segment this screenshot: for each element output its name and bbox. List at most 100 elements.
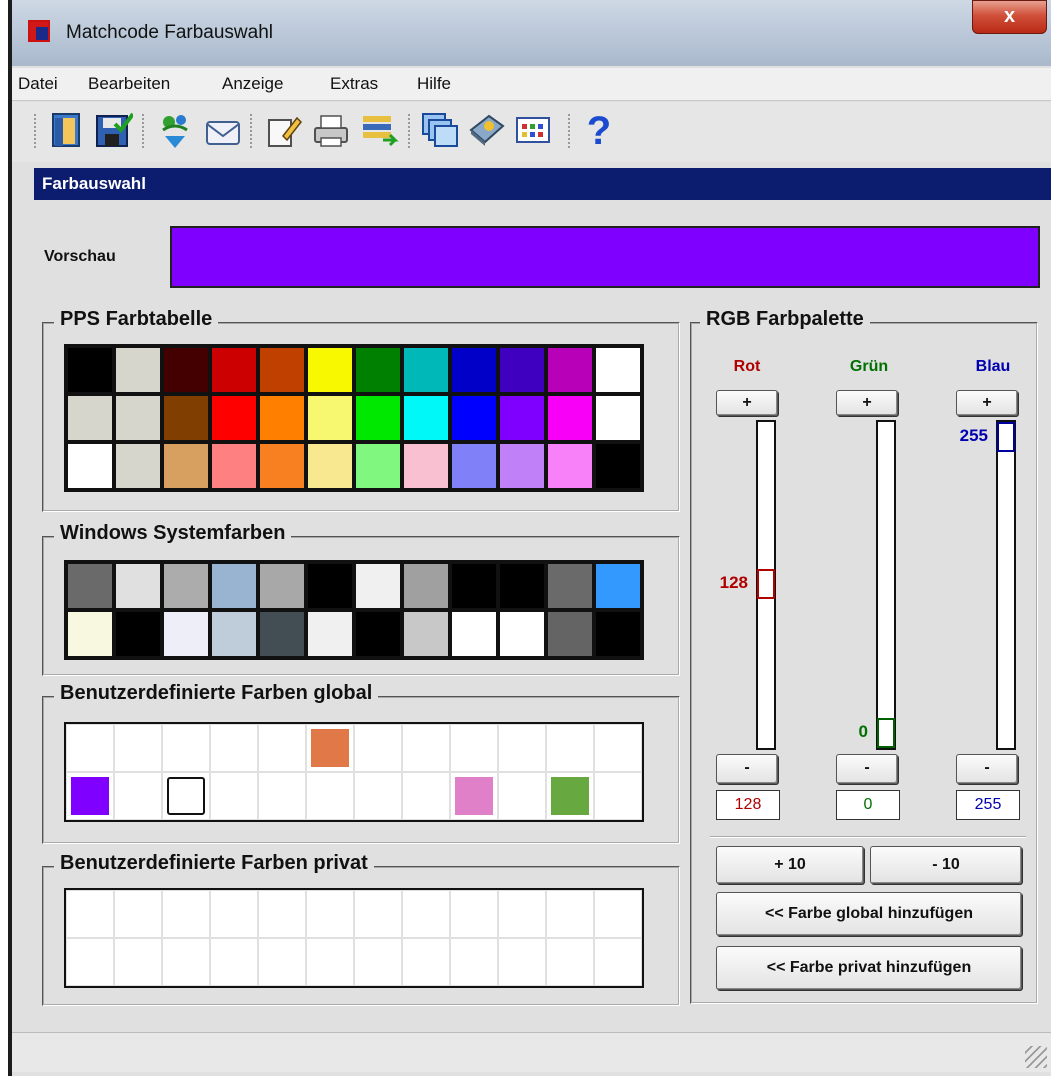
system-color-swatch[interactable] — [162, 562, 210, 610]
system-color-swatch[interactable] — [402, 610, 450, 658]
system-color-cell[interactable] — [402, 610, 450, 658]
pps-color-swatch[interactable] — [258, 346, 306, 394]
pps-color-cell[interactable] — [354, 394, 402, 442]
pps-color-cell[interactable] — [546, 346, 594, 394]
pps-color-cell[interactable] — [210, 394, 258, 442]
global-color-cell[interactable] — [354, 724, 402, 772]
system-color-swatch[interactable] — [594, 562, 642, 610]
edit-icon[interactable] — [262, 110, 304, 152]
close-button[interactable]: x — [972, 0, 1047, 34]
private-color-cell[interactable] — [210, 890, 258, 938]
global-color-cell[interactable] — [306, 772, 354, 820]
pps-color-cell[interactable] — [114, 394, 162, 442]
global-color-cell[interactable] — [114, 772, 162, 820]
pps-color-cell[interactable] — [546, 394, 594, 442]
system-color-swatch[interactable] — [66, 562, 114, 610]
help-icon[interactable]: ? — [578, 110, 620, 152]
system-color-cell[interactable] — [498, 610, 546, 658]
system-color-swatch[interactable] — [162, 610, 210, 658]
global-color-cell[interactable] — [114, 724, 162, 772]
pps-color-cell[interactable] — [498, 346, 546, 394]
private-color-cell[interactable] — [594, 938, 642, 986]
refresh-icon[interactable] — [154, 110, 196, 152]
pps-color-cell[interactable] — [258, 346, 306, 394]
pps-color-swatch[interactable] — [450, 346, 498, 394]
pps-color-cell[interactable] — [450, 346, 498, 394]
system-color-cell[interactable] — [594, 610, 642, 658]
global-color-cell[interactable] — [258, 772, 306, 820]
private-color-cell[interactable] — [450, 890, 498, 938]
save-icon[interactable] — [92, 110, 135, 152]
global-color-swatch[interactable] — [167, 777, 205, 815]
pps-color-cell[interactable] — [114, 442, 162, 490]
system-color-swatch[interactable] — [354, 562, 402, 610]
private-color-cell[interactable] — [306, 938, 354, 986]
green-value-field[interactable]: 0 — [836, 790, 900, 820]
pps-color-cell[interactable] — [306, 394, 354, 442]
system-color-cell[interactable] — [210, 562, 258, 610]
pps-color-swatch[interactable] — [306, 346, 354, 394]
pps-color-swatch[interactable] — [114, 442, 162, 490]
green-minus-button[interactable]: - — [836, 754, 898, 784]
system-color-swatch[interactable] — [354, 610, 402, 658]
pps-color-cell[interactable] — [210, 346, 258, 394]
blue-value-field[interactable]: 255 — [956, 790, 1020, 820]
pps-color-swatch[interactable] — [402, 346, 450, 394]
pps-color-cell[interactable] — [402, 394, 450, 442]
mail-icon[interactable] — [202, 110, 244, 152]
system-color-swatch[interactable] — [210, 610, 258, 658]
minus-ten-button[interactable]: - 10 — [870, 846, 1022, 884]
private-color-cell[interactable] — [546, 890, 594, 938]
windows-icon[interactable] — [418, 110, 460, 152]
pps-color-cell[interactable] — [306, 346, 354, 394]
private-color-cell[interactable] — [162, 890, 210, 938]
pps-color-swatch[interactable] — [258, 442, 306, 490]
system-color-swatch[interactable] — [546, 562, 594, 610]
global-color-swatch[interactable] — [551, 777, 589, 815]
pps-color-swatch[interactable] — [210, 346, 258, 394]
pps-color-swatch[interactable] — [498, 442, 546, 490]
pps-color-cell[interactable] — [594, 346, 642, 394]
pps-color-cell[interactable] — [594, 394, 642, 442]
private-color-cell[interactable] — [258, 890, 306, 938]
menu-datei[interactable]: Datei — [18, 74, 58, 94]
green-plus-button[interactable]: + — [836, 390, 898, 416]
pps-color-swatch[interactable] — [402, 442, 450, 490]
pps-color-cell[interactable] — [306, 442, 354, 490]
system-color-cell[interactable] — [546, 562, 594, 610]
pps-color-cell[interactable] — [66, 346, 114, 394]
private-color-cell[interactable] — [114, 938, 162, 986]
system-color-swatch[interactable] — [498, 562, 546, 610]
title-bar[interactable]: Matchcode Farbauswahl x — [12, 0, 1051, 66]
system-color-swatch[interactable] — [450, 562, 498, 610]
private-color-cell[interactable] — [450, 938, 498, 986]
pps-color-swatch[interactable] — [66, 442, 114, 490]
blue-minus-button[interactable]: - — [956, 754, 1018, 784]
print-icon[interactable] — [310, 110, 352, 152]
pps-color-cell[interactable] — [354, 442, 402, 490]
pps-color-swatch[interactable] — [354, 442, 402, 490]
pps-color-cell[interactable] — [402, 346, 450, 394]
global-color-cell[interactable] — [450, 724, 498, 772]
system-color-swatch[interactable] — [450, 610, 498, 658]
system-color-cell[interactable] — [306, 610, 354, 658]
system-color-cell[interactable] — [162, 610, 210, 658]
system-color-swatch[interactable] — [306, 562, 354, 610]
private-color-cell[interactable] — [354, 890, 402, 938]
system-color-cell[interactable] — [354, 610, 402, 658]
global-color-cell[interactable] — [402, 772, 450, 820]
pps-color-swatch[interactable] — [450, 442, 498, 490]
global-color-cell[interactable] — [354, 772, 402, 820]
global-color-swatch[interactable] — [311, 729, 349, 767]
red-plus-button[interactable]: + — [716, 390, 778, 416]
pps-color-swatch[interactable] — [66, 394, 114, 442]
red-slider[interactable] — [756, 420, 776, 750]
export-icon[interactable] — [358, 110, 400, 152]
system-color-cell[interactable] — [450, 610, 498, 658]
plus-ten-button[interactable]: + 10 — [716, 846, 864, 884]
system-color-swatch[interactable] — [66, 610, 114, 658]
private-color-cell[interactable] — [402, 890, 450, 938]
system-color-swatch[interactable] — [594, 610, 642, 658]
pps-color-cell[interactable] — [594, 442, 642, 490]
system-color-cell[interactable] — [594, 562, 642, 610]
